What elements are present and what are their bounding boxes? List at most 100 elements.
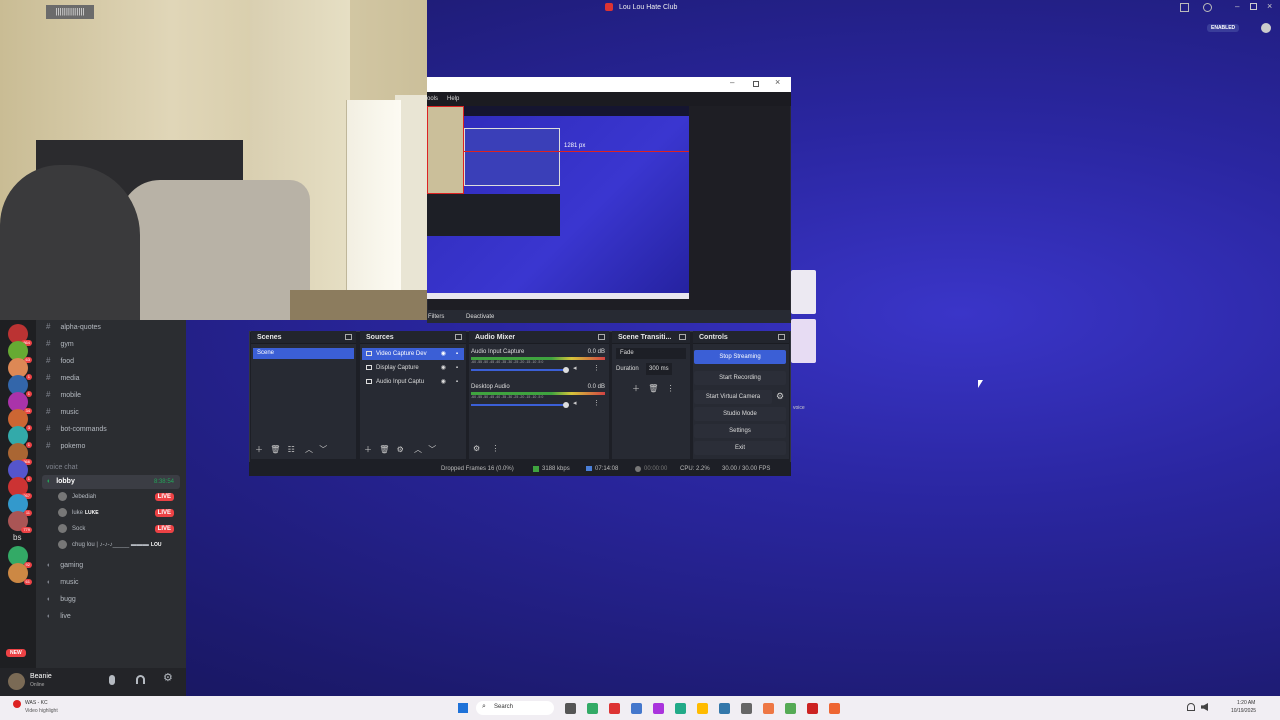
move-up-icon[interactable]: ︿ [414,445,422,454]
source-item[interactable]: Audio Input Captu ◉ ▪ [362,376,464,388]
volume-slider[interactable] [471,369,565,371]
close-icon[interactable]: × [1267,1,1272,11]
channel-menu-icon[interactable]: ⋮ [593,364,600,372]
remove-scene-icon[interactable]: 🗑 [270,445,280,454]
voice-user[interactable]: luke LUKE LIVE [58,506,182,520]
remove-transition-icon[interactable]: 🗑 [648,384,658,393]
scene-filter-icon[interactable]: ☷ [288,445,295,454]
move-down-icon[interactable]: ﹀ [428,445,436,454]
taskbar-app-icon[interactable] [763,703,774,714]
help-icon[interactable] [1203,3,1212,12]
duration-input[interactable]: 300 ms [646,363,672,375]
voice-channel-lobby[interactable]: ◖ lobby 8:38:54 [42,475,180,489]
server-icon[interactable]: 779 [8,511,32,533]
text-channel[interactable]: # pokemo [46,439,186,453]
text-channel[interactable]: # bot-commands [46,422,186,436]
taskbar-app-icon[interactable] [785,703,796,714]
taskbar-app-icon[interactable] [719,703,730,714]
taskbar-app-icon[interactable] [609,703,620,714]
taskbar-app-icon[interactable] [829,703,840,714]
voice-channel[interactable]: ◖ gaming [46,559,186,573]
taskbar-app-icon[interactable] [807,703,818,714]
settings-gear-icon[interactable]: ⚙ [163,671,173,684]
dock-pin-icon[interactable] [598,334,605,340]
dock-pin-icon[interactable] [679,334,686,340]
visibility-eye-icon[interactable]: ◉ [441,348,446,360]
inbox-icon[interactable] [1180,3,1189,12]
menu-tools[interactable]: ools [427,96,438,102]
server-icon[interactable]: 61 [8,563,32,585]
voice-user[interactable]: Sock LIVE [58,522,182,536]
transition-select[interactable]: Fade [616,348,686,359]
new-badge[interactable]: NEW [6,649,26,657]
menu-help[interactable]: Help [447,96,459,102]
remove-source-icon[interactable]: 🗑 [379,445,389,454]
channel-menu-icon[interactable]: ⋮ [593,399,600,407]
source-item[interactable]: Video Capture Dev ◉ ▪ [362,348,464,360]
server-initials[interactable]: bs [13,533,21,542]
exit-button[interactable]: Exit [694,441,786,455]
taskbar-app-icon[interactable] [631,703,642,714]
start-virtual-camera-button[interactable]: Start Virtual Camera [694,390,772,404]
enabled-badge[interactable]: ENABLED [1207,24,1240,32]
transition-menu-icon[interactable]: ⋮ [667,384,675,393]
text-channel[interactable]: # gym [46,337,186,351]
voice-user[interactable]: Jebediah LIVE [58,490,182,504]
source-item[interactable]: Display Capture ◉ ▪ [362,362,464,374]
virtual-camera-settings-icon[interactable]: ⚙ [776,391,784,402]
volume-knob[interactable] [563,402,569,408]
mixer-menu-icon[interactable]: ⋮ [491,444,499,453]
scene-item[interactable]: Scene [253,348,354,359]
start-recording-button[interactable]: Start Recording [694,371,786,385]
notification-icon[interactable] [13,700,21,708]
settings-button[interactable]: Settings [694,424,786,438]
volume-slider[interactable] [471,404,565,406]
voice-channel[interactable]: ◖ live [46,610,186,624]
move-down-icon[interactable]: ﹀ [319,445,327,454]
taskbar-app-icon[interactable] [653,703,664,714]
voice-user[interactable]: chug lou | ♪-♪-♪_____ ▬▬▬ LOU [58,538,182,552]
taskbar-app-icon[interactable] [697,703,708,714]
voice-category[interactable]: voice chat [46,461,186,475]
speaker-icon[interactable]: ◂ [573,364,577,372]
chat-bubble-icon[interactable] [1261,23,1271,33]
lock-icon[interactable]: ▪ [456,348,458,360]
volume-knob[interactable] [563,367,569,373]
volume-icon[interactable] [1201,703,1208,711]
voice-channel[interactable]: ◖ music [46,576,186,590]
taskbar-app-icon[interactable] [565,703,576,714]
add-source-icon[interactable]: ＋ [364,445,372,454]
filters-button[interactable]: Filters [428,314,444,320]
lock-icon[interactable]: ▪ [456,362,458,374]
mixer-advanced-icon[interactable]: ⚙ [473,444,480,453]
add-transition-icon[interactable]: ＋ [632,384,640,393]
text-channel[interactable]: # food [46,354,186,368]
microphone-icon[interactable] [109,675,115,685]
minimize-icon[interactable]: – [1235,2,1239,11]
dock-pin-icon[interactable] [778,334,785,340]
lock-icon[interactable]: ▪ [456,376,458,388]
deactivate-button[interactable]: Deactivate [466,314,494,320]
visibility-eye-icon[interactable]: ◉ [441,362,446,374]
user-avatar[interactable] [8,673,25,690]
obs-minimize-icon[interactable]: – [730,78,734,87]
text-channel[interactable]: # music [46,405,186,419]
voice-channel[interactable]: ◖ bugg [46,593,186,607]
network-icon[interactable] [1187,703,1195,711]
stop-streaming-button[interactable]: Stop Streaming [694,350,786,364]
obs-maximize-icon[interactable] [753,81,759,87]
visibility-eye-icon[interactable]: ◉ [441,376,446,388]
text-channel[interactable]: # media [46,371,186,385]
text-channel[interactable]: # mobile [46,388,186,402]
taskbar-app-icon[interactable] [741,703,752,714]
obs-close-icon[interactable]: × [775,77,780,87]
maximize-icon[interactable] [1250,3,1257,10]
taskbar-app-icon[interactable] [675,703,686,714]
dock-pin-icon[interactable] [345,334,352,340]
text-channel[interactable]: # alpha-quotes [46,320,186,334]
source-settings-icon[interactable]: ⚙ [397,445,404,454]
dock-pin-icon[interactable] [455,334,462,340]
search-box[interactable] [476,701,554,715]
move-up-icon[interactable]: ︿ [305,445,313,454]
studio-mode-button[interactable]: Studio Mode [694,407,786,421]
